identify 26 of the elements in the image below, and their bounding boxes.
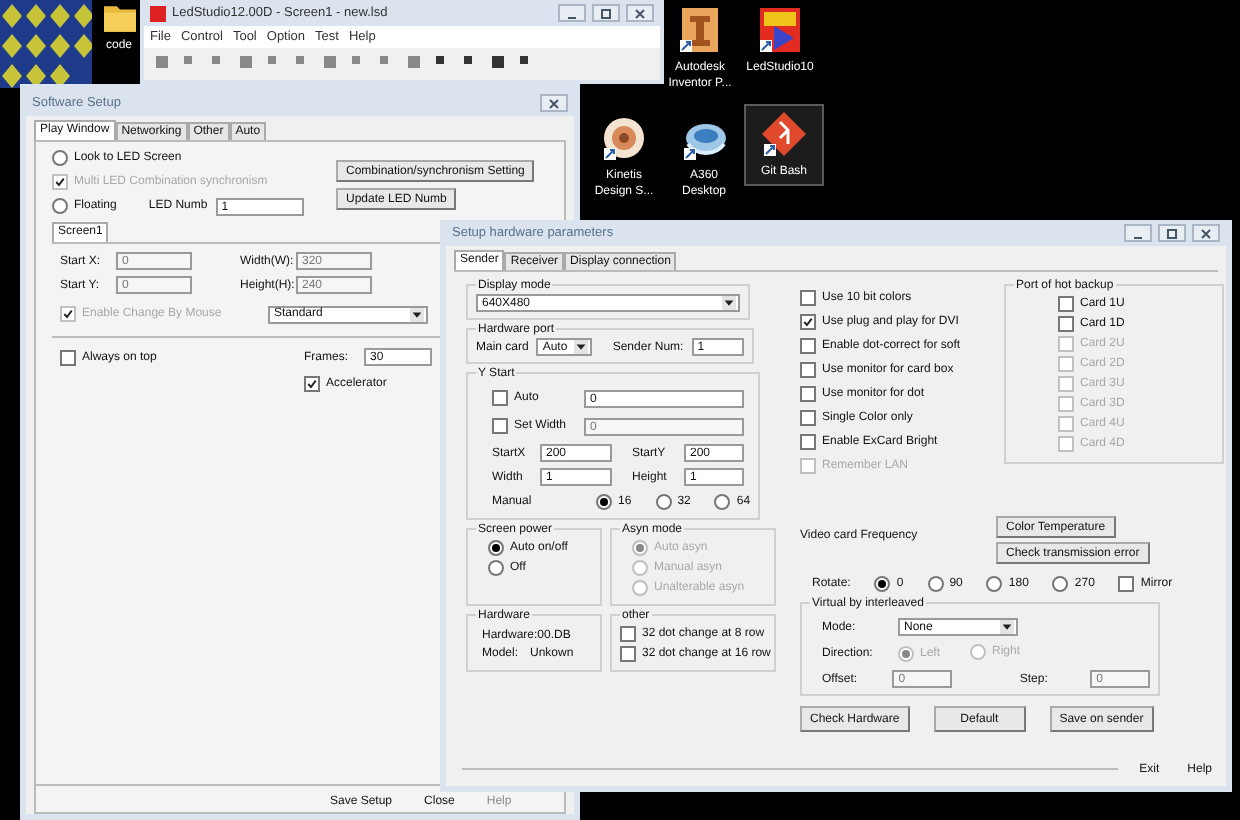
close-button[interactable] (626, 4, 654, 22)
minimize-button[interactable] (558, 4, 586, 22)
close-icon (548, 97, 560, 109)
app-icon (676, 6, 724, 54)
close-button[interactable] (540, 94, 568, 112)
checkmark-icon (54, 176, 66, 188)
caret-icon (574, 340, 589, 354)
caret-icon (722, 296, 736, 310)
close-button[interactable] (1192, 224, 1220, 242)
caret-icon (1000, 620, 1014, 634)
checkmark-icon (802, 316, 814, 328)
app-icon (600, 114, 648, 162)
checkmark-icon (306, 378, 318, 390)
folder-icon (103, 6, 135, 32)
maximize-button[interactable] (592, 4, 620, 22)
maximize-icon (1166, 227, 1178, 239)
app-icon (756, 6, 804, 54)
caret-icon (410, 307, 424, 321)
close-icon (634, 7, 646, 19)
maximize-button[interactable] (1158, 224, 1186, 242)
checkmark-icon (62, 308, 74, 320)
close-icon (1200, 227, 1212, 239)
app-icon (760, 110, 808, 158)
minimize-button[interactable] (1124, 224, 1152, 242)
app-icon (150, 5, 166, 21)
maximize-icon (600, 7, 612, 19)
